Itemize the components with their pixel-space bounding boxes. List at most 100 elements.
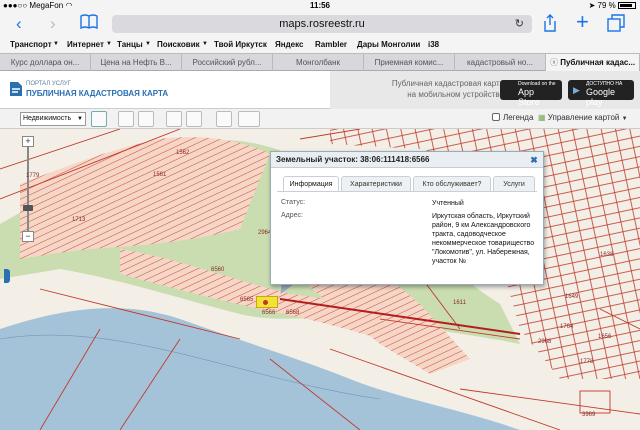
address-value: Иркутская область, Иркутский район, 9 км… — [432, 213, 535, 265]
map-label: 3969 — [582, 412, 596, 418]
battery-label: 79 % — [597, 1, 616, 10]
chevron-down-icon: ▼ — [621, 116, 628, 122]
map-label: 2968 — [538, 339, 552, 345]
google-play-button[interactable]: ▶ ДОСТУПНО НА Google play — [568, 80, 634, 107]
side-panel-toggle-icon[interactable] — [4, 269, 10, 283]
map-label: 6560 — [211, 267, 225, 273]
browser-tab[interactable]: Российский рубл... — [182, 54, 273, 71]
browser-tab[interactable]: Монголбанк — [273, 54, 364, 71]
address-label: Адрес: — [281, 212, 303, 219]
area-tool-icon[interactable] — [186, 111, 202, 127]
zoom-slider-handle[interactable] — [23, 205, 33, 211]
map-label: 1713 — [72, 217, 86, 223]
bookmark-item[interactable]: Танцы — [117, 40, 143, 49]
map-pin-icon[interactable] — [261, 298, 270, 307]
back-icon[interactable]: ‹ — [16, 14, 22, 34]
zoom-out-button[interactable]: − — [22, 231, 34, 242]
bookmark-item[interactable]: Транспорт — [10, 40, 52, 49]
status-value: Учтенный — [432, 200, 464, 207]
popup-info-body: Статус: Учтенный Адрес: Иркутская област… — [277, 191, 537, 279]
tab-services[interactable]: Услуги — [493, 176, 535, 191]
browser-tabs: Курс доллара он... Цена на Нефть В... Ро… — [0, 53, 640, 71]
measure-tool-icon[interactable] — [166, 111, 182, 127]
browser-tab[interactable]: кадастровый но... — [455, 54, 546, 71]
legend-checkbox[interactable] — [492, 113, 500, 121]
new-tab-icon[interactable]: + — [576, 11, 589, 33]
map-label: 1611 — [453, 300, 466, 306]
browser-tab-active[interactable]: ⓧ Публичная кадас... — [546, 54, 640, 71]
browser-tab[interactable]: Цена на Нефть В... — [91, 54, 182, 71]
map-label: 1778 — [580, 359, 594, 365]
map-control-label: Управление картой — [547, 113, 620, 122]
app-store-label: App Store — [518, 87, 540, 107]
bookmarks-book-icon[interactable] — [80, 14, 98, 35]
bookmark-item[interactable]: i38 — [428, 40, 439, 49]
share-icon[interactable] — [543, 14, 557, 37]
bookmark-item[interactable]: Дары Монголии — [357, 40, 420, 49]
bookmark-item[interactable]: Rambler — [315, 40, 347, 49]
bookmark-item[interactable]: Интернет — [67, 40, 104, 49]
portal-logo-icon — [10, 82, 22, 96]
status-label: Статус: — [281, 199, 306, 206]
chevron-down-icon: ▼ — [145, 41, 151, 47]
map-label: 6568 — [286, 310, 300, 316]
layers-icon: ▦ — [538, 113, 546, 122]
logo-map-text[interactable]: ПУБЛИЧНАЯ КАДАСТРОВАЯ КАРТА — [26, 89, 168, 98]
object-type-select[interactable]: Недвижимость ▼ — [20, 112, 86, 126]
app-store-button[interactable]: Download on the App Store — [500, 80, 562, 107]
map-label: 1562 — [176, 150, 190, 156]
bookmark-item[interactable]: Поисковик — [157, 40, 200, 49]
map-label: 1561 — [153, 172, 167, 178]
google-play-label: Google play — [586, 87, 616, 107]
object-type-value: Недвижимость — [23, 115, 72, 122]
map-label: 1656 — [598, 334, 612, 340]
forward-icon[interactable]: › — [50, 14, 56, 34]
map-label: 1764 — [560, 324, 574, 330]
print-icon[interactable] — [216, 111, 232, 127]
site-header: ПОРТАЛ УСЛУГ ПУБЛИЧНАЯ КАДАСТРОВАЯ КАРТА… — [0, 71, 640, 109]
address-bar[interactable]: maps.rosreestr.ru ↻ — [112, 15, 532, 33]
map-label: 1779 — [26, 173, 40, 179]
tab-information[interactable]: Информация — [283, 176, 339, 192]
active-tab-label: Публичная кадас... — [560, 58, 636, 67]
bookmarks-bar: Транспорт ▼ Интернет ▼ Танцы ▼ Поисковик ▼ Т… — [0, 36, 640, 53]
chevron-down-icon: ▼ — [106, 41, 112, 47]
tab-who-serves[interactable]: Кто обслуживает? — [413, 176, 491, 191]
url-text: maps.rosreestr.ru — [279, 18, 365, 30]
tabs-overview-icon[interactable] — [607, 14, 625, 37]
promo-line-2: на мобильном устройстве — [407, 90, 504, 99]
google-play-icon: ▶ — [573, 85, 580, 95]
logo-portal-text: ПОРТАЛ УСЛУГ — [26, 81, 71, 87]
zoom-in-button[interactable]: + — [22, 136, 34, 147]
location-icon: ➤ — [588, 1, 596, 10]
battery-icon — [618, 2, 636, 9]
map-label: 1638 — [600, 252, 614, 258]
chevron-down-icon: ▼ — [53, 41, 59, 47]
legend-label: Легенда — [503, 113, 534, 122]
time-label: 11:56 — [309, 1, 331, 10]
bookmark-item[interactable]: Яндекс — [275, 40, 303, 49]
browser-tab[interactable]: Приемная комис... — [364, 54, 455, 71]
bookmark-item[interactable]: Твой Иркутск — [214, 40, 267, 49]
browser-tab[interactable]: Курс доллара он... — [0, 54, 91, 71]
chevron-down-icon: ▼ — [77, 116, 83, 122]
select-tool-icon[interactable] — [91, 111, 107, 127]
info-tool-icon[interactable] — [118, 111, 134, 127]
identify-tool-icon[interactable] — [138, 111, 154, 127]
mobile-promo: Публичная кадастровая карта на мобильном … — [330, 71, 640, 109]
browser-navbar: ‹ › maps.rosreestr.ru ↻ + — [0, 11, 640, 37]
zoom-slider[interactable] — [23, 147, 33, 231]
link-icon[interactable] — [238, 111, 260, 127]
tab-characteristics[interactable]: Характеристики — [341, 176, 411, 191]
legend-toggle[interactable]: Легенда — [492, 113, 533, 122]
map-label: 6566 — [262, 310, 276, 316]
map-label: 6565 — [240, 297, 254, 303]
map-control-toggle[interactable]: ▦ Управление картой ▼ — [538, 113, 628, 122]
reload-icon[interactable]: ↻ — [515, 15, 524, 33]
zoom-control: + − — [22, 136, 34, 242]
status-bar: ●●●○○ MegaFon ◠ 11:56 ➤ 79 % — [0, 0, 640, 12]
close-icon[interactable]: ✖ — [529, 155, 539, 165]
map-toolbar: Недвижимость ▼ Легенда ▦ Управление карто… — [0, 109, 640, 129]
map-label: 1649 — [565, 294, 579, 300]
close-tab-icon[interactable]: ⓧ — [550, 58, 558, 67]
